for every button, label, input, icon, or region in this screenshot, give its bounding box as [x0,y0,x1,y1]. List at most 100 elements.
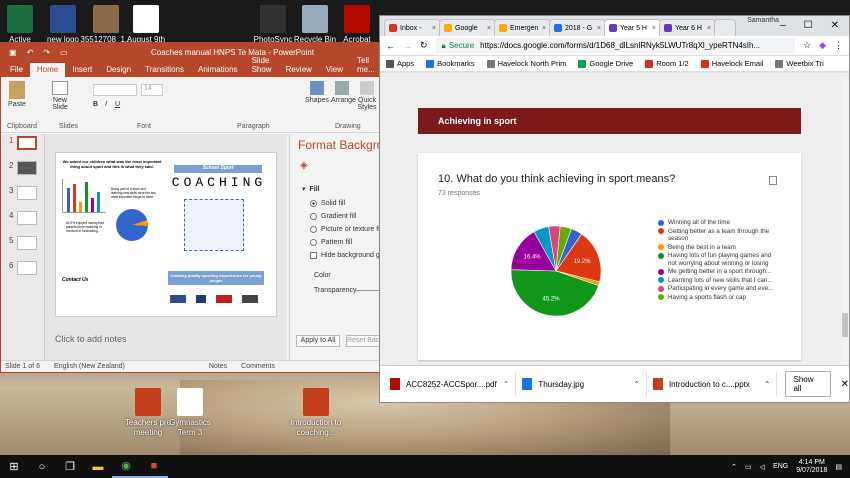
slide-thumbnail-1[interactable] [17,136,37,150]
bookmark-havelock-email[interactable]: Havelock Email [700,59,763,68]
picture-fill-option[interactable]: Picture or texture fill [310,226,383,233]
download-item[interactable]: ACC8252-ACCSpor....pdf ⌃ [384,372,517,396]
page-scrollbar[interactable] [841,73,849,365]
close-icon[interactable]: × [707,25,711,32]
new-tab-button[interactable] [714,19,736,36]
slide-thumbnail-2[interactable] [17,161,37,175]
font-size-box[interactable]: 14 [141,84,163,96]
tab-2018[interactable]: 2018 - G × [549,19,606,36]
redo-icon[interactable]: ↷ [43,48,50,57]
volume-icon[interactable]: ◁ [760,463,765,471]
quick-styles-button[interactable]: Quick Styles [355,81,379,111]
tell-me-search[interactable]: Tell me... [350,54,382,77]
bookmark-room[interactable]: Room 1/2 [645,59,689,68]
close-icon[interactable]: × [487,25,491,32]
font-name-box[interactable] [93,84,137,96]
underline-button[interactable]: U [115,101,120,108]
pattern-fill-option[interactable]: Pattern fill [310,239,352,246]
bookmark-star-icon[interactable]: ☆ [803,40,811,51]
bookmark-weetbix[interactable]: Weetbix Tri [775,59,824,68]
notes-placeholder[interactable]: Click to add notes [55,334,127,344]
close-icon[interactable]: ✕ [831,20,839,31]
chevron-up-icon[interactable]: ⌃ [503,380,510,389]
maximize-icon[interactable]: ☐ [804,20,813,31]
undo-icon[interactable]: ↶ [27,48,34,57]
paste-button[interactable]: Paste [6,81,28,108]
arrange-button[interactable]: Arrange [331,81,356,104]
tab-year6[interactable]: Year 6 H × [659,19,716,36]
shapes-button[interactable]: Shapes [305,81,329,104]
address-bar[interactable]: 🔒︎ Secure https://docs.google.com/forms/… [435,38,795,53]
language-indicator[interactable]: English (New Zealand) [54,363,125,370]
powerpoint-taskbar-icon[interactable]: ■ [140,455,168,478]
search-icon[interactable]: ○ [28,455,56,478]
solid-fill-option[interactable]: Solid fill [310,200,345,207]
chevron-up-icon[interactable]: ⌃ [731,463,737,471]
show-all-button[interactable]: Show all [785,371,831,397]
tab-year5[interactable]: Year 5 H × [604,19,661,36]
task-view-icon[interactable]: ❐ [56,455,84,478]
current-slide[interactable]: We asked our children what was the most … [55,152,277,317]
tab-file[interactable]: File [3,63,30,77]
tab-slide-show[interactable]: Slide Show [245,54,279,77]
minimize-icon[interactable]: – [780,20,786,31]
close-icon[interactable]: × [652,25,656,32]
tab-transitions[interactable]: Transitions [138,63,191,77]
chrome-taskbar-icon[interactable]: ◉ [112,455,140,478]
network-icon[interactable]: ▭ [745,463,752,471]
bookmark-google-drive[interactable]: Google Drive [578,59,633,68]
tab-review[interactable]: Review [279,63,319,77]
apply-to-all-button[interactable]: Apply to All [296,335,340,347]
tab-google[interactable]: Google × [439,19,496,36]
reset-background-button[interactable]: Reset Background [346,335,380,347]
reload-icon[interactable]: ↻ [420,40,428,51]
back-icon[interactable]: ← [386,41,395,51]
notifications-icon[interactable]: ▤ [835,463,842,471]
close-icon[interactable]: × [432,25,436,32]
comments-toggle[interactable]: Comments [241,363,275,370]
slide-thumbnail-3[interactable] [17,186,37,200]
tab-insert[interactable]: Insert [65,63,99,77]
present-icon[interactable]: ▭ [60,48,68,57]
download-item[interactable]: Thursday.jpg ⌃ [516,372,647,396]
download-item[interactable]: Introduction to c....pptx ⌃ [647,372,778,396]
bold-button[interactable]: B [93,101,98,108]
menu-icon[interactable]: ⋮ [834,40,843,51]
tab-emergency[interactable]: Emergen × [494,19,551,36]
tab-view[interactable]: View [319,63,350,77]
chevron-up-icon[interactable]: ⌃ [633,380,640,389]
extension-icon[interactable]: ◆ [819,40,826,51]
bookmark-apps[interactable]: Apps [386,59,414,68]
desktop-icon-acrobat[interactable]: Acrobat [327,5,387,45]
copy-chart-icon[interactable] [769,176,777,185]
notes-toggle[interactable]: Notes [209,363,227,370]
fill-section-header[interactable]: ▾ Fill [302,185,320,194]
transparency-slider[interactable] [356,290,380,291]
tab-home[interactable]: Home [29,63,66,77]
save-icon[interactable]: ▣ [9,48,17,57]
new-slide-button[interactable]: New Slide [47,81,73,111]
chevron-up-icon[interactable]: ⌃ [764,380,771,389]
profile-name[interactable]: Samantha [747,17,779,24]
gradient-fill-option[interactable]: Gradient fill [310,213,356,220]
desktop-icon-intro-coaching[interactable]: Introduction to coaching... [286,388,346,438]
bookmark-bookmarks[interactable]: Bookmarks [426,59,475,68]
file-explorer-icon[interactable]: ▬ [84,455,112,478]
scrollbar-thumb[interactable] [842,313,848,337]
windows-start-icon[interactable]: ⊞ [0,455,28,478]
tab-animations[interactable]: Animations [191,63,245,77]
desktop-icon-august-9th[interactable]: August 9th [116,5,176,45]
close-icon[interactable]: ✕ [841,379,849,390]
tab-design[interactable]: Design [99,63,138,77]
language-indicator[interactable]: ENG [773,463,788,470]
slide-thumbnail-4[interactable] [17,211,37,225]
paint-bucket-icon[interactable]: ◈ [300,160,308,171]
close-icon[interactable]: × [597,25,601,32]
bookmark-havelock-north[interactable]: Havelock North Prim [486,59,566,68]
slide-thumbnail-6[interactable] [17,261,37,275]
clock[interactable]: 4:14 PM 9/07/2018 [796,459,827,475]
tab-inbox[interactable]: Inbox - × [384,19,441,36]
italic-button[interactable]: I [105,101,107,108]
desktop-icon-gymnastics[interactable]: Gymnastics Term 3 [160,388,220,438]
close-icon[interactable]: × [542,25,546,32]
